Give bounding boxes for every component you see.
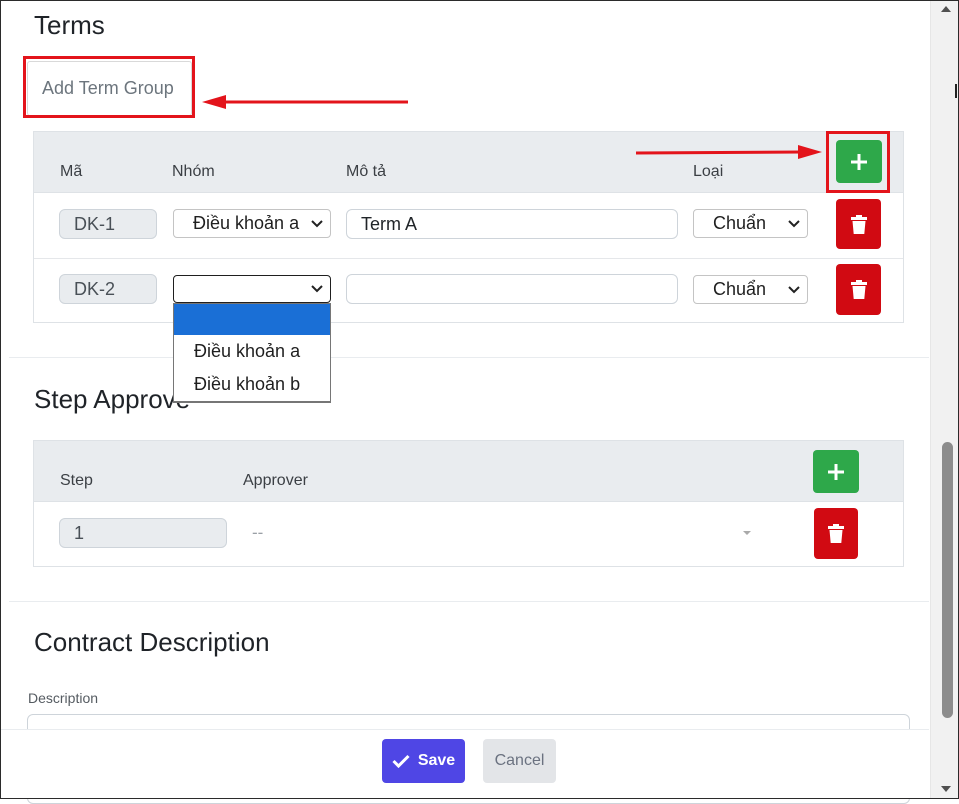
- term-group-select[interactable]: [173, 275, 331, 303]
- save-label: Save: [417, 752, 456, 769]
- term-code-field[interactable]: DK-1: [59, 209, 157, 239]
- trash-icon: [828, 524, 844, 543]
- term-type-value: Chuẩn: [713, 213, 767, 233]
- cancel-button[interactable]: Cancel: [483, 739, 556, 783]
- chevron-down-icon: [788, 219, 800, 227]
- section-divider: [9, 601, 929, 602]
- section-divider: [9, 357, 929, 358]
- add-term-button[interactable]: [836, 140, 882, 183]
- terms-title: Terms: [34, 10, 105, 40]
- scrollbar-thumb[interactable]: [942, 442, 953, 718]
- dropdown-option-empty[interactable]: [174, 304, 330, 335]
- plus-icon: [851, 153, 867, 170]
- delete-step-button[interactable]: [814, 508, 858, 559]
- add-term-group-button[interactable]: Add Term Group: [27, 61, 192, 116]
- add-step-button[interactable]: [813, 450, 859, 493]
- step-table-header: [34, 441, 903, 502]
- save-button[interactable]: Save: [382, 739, 465, 783]
- window-edge-mark: [955, 84, 957, 98]
- row-divider: [34, 258, 903, 259]
- plus-icon: [828, 463, 844, 480]
- terms-table-header: [34, 132, 903, 193]
- check-icon: [392, 754, 410, 768]
- header-group: Nhóm: [172, 163, 215, 180]
- header-approver: Approver: [243, 472, 308, 489]
- chevron-down-icon: [311, 219, 323, 227]
- delete-term-button[interactable]: [836, 264, 881, 315]
- description-label: Description: [28, 690, 99, 706]
- header-description: Mô tả: [346, 163, 387, 180]
- term-group-select[interactable]: Điều khoản a: [173, 209, 331, 238]
- chevron-down-icon: [311, 285, 323, 293]
- scroll-up-arrow[interactable]: [941, 6, 951, 12]
- trash-icon: [850, 214, 867, 234]
- term-group-dropdown: Điều khoản a Điều khoản b: [173, 303, 331, 403]
- term-type-select[interactable]: Chuẩn: [693, 209, 808, 238]
- scroll-down-arrow[interactable]: [941, 786, 951, 792]
- approver-value: --: [252, 523, 264, 542]
- term-type-select[interactable]: Chuẩn: [693, 275, 808, 304]
- step-approve-title: Step Approve: [34, 384, 191, 414]
- term-type-value: Chuẩn: [713, 279, 767, 299]
- delete-term-button[interactable]: [836, 199, 881, 249]
- step-number-field[interactable]: 1: [59, 518, 227, 548]
- header-code: Mã: [60, 163, 83, 180]
- form-footer: Save Cancel: [1, 729, 929, 799]
- term-code-field[interactable]: DK-2: [59, 274, 157, 304]
- header-step: Step: [60, 472, 93, 489]
- header-type: Loại: [693, 163, 724, 180]
- chevron-down-icon: [788, 285, 800, 293]
- term-description-input[interactable]: Term A: [346, 209, 678, 239]
- dropdown-option[interactable]: Điều khoản a: [174, 335, 330, 368]
- dropdown-option[interactable]: Điều khoản b: [174, 368, 330, 401]
- term-group-value: Điều khoản a: [193, 213, 300, 233]
- caret-down-icon: [743, 531, 751, 535]
- trash-icon: [850, 280, 867, 299]
- contract-description-title: Contract Description: [34, 627, 270, 657]
- term-description-input[interactable]: [346, 274, 678, 304]
- approver-select[interactable]: --: [239, 513, 759, 553]
